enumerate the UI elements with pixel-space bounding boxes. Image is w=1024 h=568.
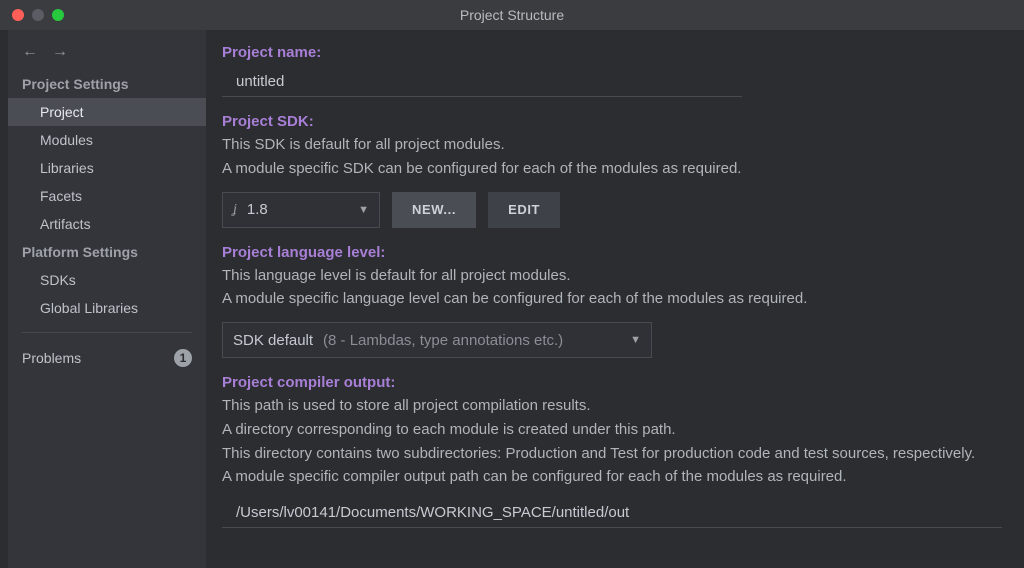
lang-desc-2: A module specific language level can be … [222, 288, 1024, 310]
titlebar: Project Structure [0, 0, 1024, 30]
close-window-icon[interactable] [12, 9, 24, 21]
forward-icon[interactable]: → [52, 44, 68, 60]
section-header-project-settings: Project Settings [8, 70, 206, 98]
sidebar-item-project[interactable]: Project [8, 98, 206, 126]
chevron-down-icon: ▼ [358, 204, 369, 216]
sidebar: ← → Project Settings Project Modules Lib… [8, 30, 206, 568]
sidebar-item-label: Artifacts [40, 216, 91, 232]
lang-desc-1: This language level is default for all p… [222, 265, 1024, 287]
left-gutter [0, 30, 8, 568]
sdk-edit-button[interactable]: EDIT [488, 192, 560, 228]
sdk-dropdown[interactable]: ʝ 1.8 ▼ [222, 192, 380, 228]
main-panel: Project name: Project SDK: This SDK is d… [206, 30, 1024, 568]
project-name-input[interactable] [222, 67, 742, 97]
sidebar-item-problems[interactable]: Problems 1 [8, 343, 206, 373]
minimize-window-icon[interactable] [32, 9, 44, 21]
sidebar-item-label: Global Libraries [40, 300, 138, 316]
problems-count-badge: 1 [174, 349, 192, 367]
language-level-label: Project language level: [222, 244, 1024, 261]
sidebar-item-label: Problems [22, 350, 81, 366]
section-header-platform-settings: Platform Settings [8, 238, 206, 266]
sidebar-item-label: Facets [40, 188, 82, 204]
sidebar-item-facets[interactable]: Facets [8, 182, 206, 210]
lang-level-selected-detail: (8 - Lambdas, type annotations etc.) [323, 332, 563, 349]
sidebar-item-sdks[interactable]: SDKs [8, 266, 206, 294]
sidebar-item-label: SDKs [40, 272, 76, 288]
compiler-desc-3: This directory contains two subdirectori… [222, 443, 1024, 465]
sdk-desc-1: This SDK is default for all project modu… [222, 134, 1024, 156]
sidebar-item-modules[interactable]: Modules [8, 126, 206, 154]
chevron-down-icon: ▼ [630, 334, 641, 346]
sidebar-item-artifacts[interactable]: Artifacts [8, 210, 206, 238]
lang-level-selected-prefix: SDK default [233, 332, 313, 349]
compiler-desc-4: A module specific compiler output path c… [222, 466, 1024, 488]
java-icon: ʝ [233, 202, 237, 218]
compiler-desc-1: This path is used to store all project c… [222, 395, 1024, 417]
maximize-window-icon[interactable] [52, 9, 64, 21]
sdk-new-button[interactable]: NEW... [392, 192, 476, 228]
window-controls [0, 9, 64, 21]
sidebar-item-label: Libraries [40, 160, 94, 176]
sidebar-item-label: Modules [40, 132, 93, 148]
back-icon[interactable]: ← [22, 44, 38, 60]
window-title: Project Structure [460, 7, 564, 23]
sidebar-item-global-libraries[interactable]: Global Libraries [8, 294, 206, 322]
sidebar-separator [22, 332, 192, 333]
sdk-selected-value: 1.8 [247, 201, 268, 218]
sdk-desc-2: A module specific SDK can be configured … [222, 158, 1024, 180]
language-level-dropdown[interactable]: SDK default (8 - Lambdas, type annotatio… [222, 322, 652, 358]
compiler-output-input[interactable] [222, 498, 1002, 528]
compiler-output-label: Project compiler output: [222, 374, 1024, 391]
sidebar-item-label: Project [40, 104, 84, 120]
project-name-label: Project name: [222, 44, 1024, 61]
project-sdk-label: Project SDK: [222, 113, 1024, 130]
compiler-desc-2: A directory corresponding to each module… [222, 419, 1024, 441]
nav-arrows: ← → [8, 38, 206, 70]
sidebar-item-libraries[interactable]: Libraries [8, 154, 206, 182]
